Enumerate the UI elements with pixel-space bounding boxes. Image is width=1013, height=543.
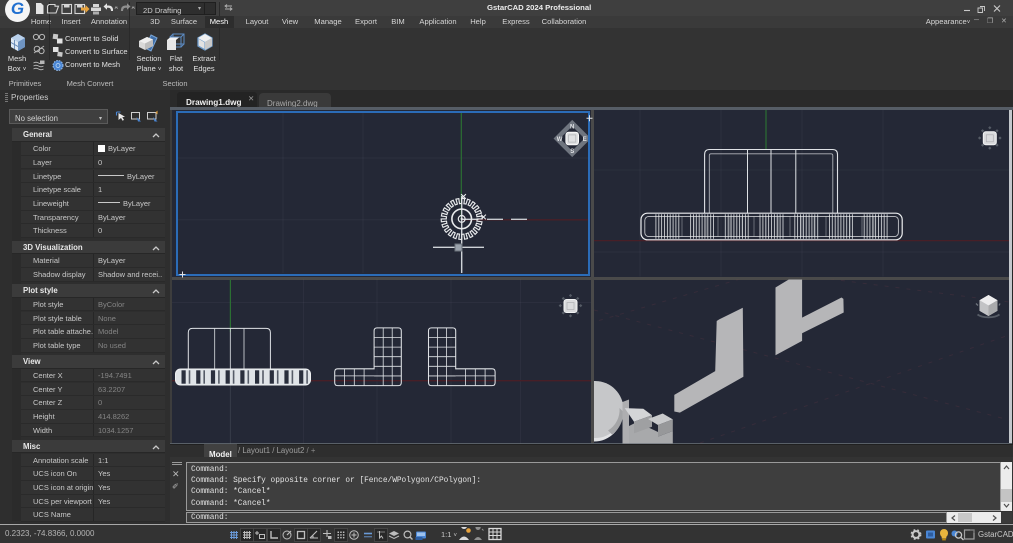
svg-text:S: S	[570, 149, 574, 155]
svg-text:W: W	[557, 137, 563, 143]
svg-text:E: E	[583, 137, 587, 143]
svg-text:N: N	[570, 125, 574, 131]
